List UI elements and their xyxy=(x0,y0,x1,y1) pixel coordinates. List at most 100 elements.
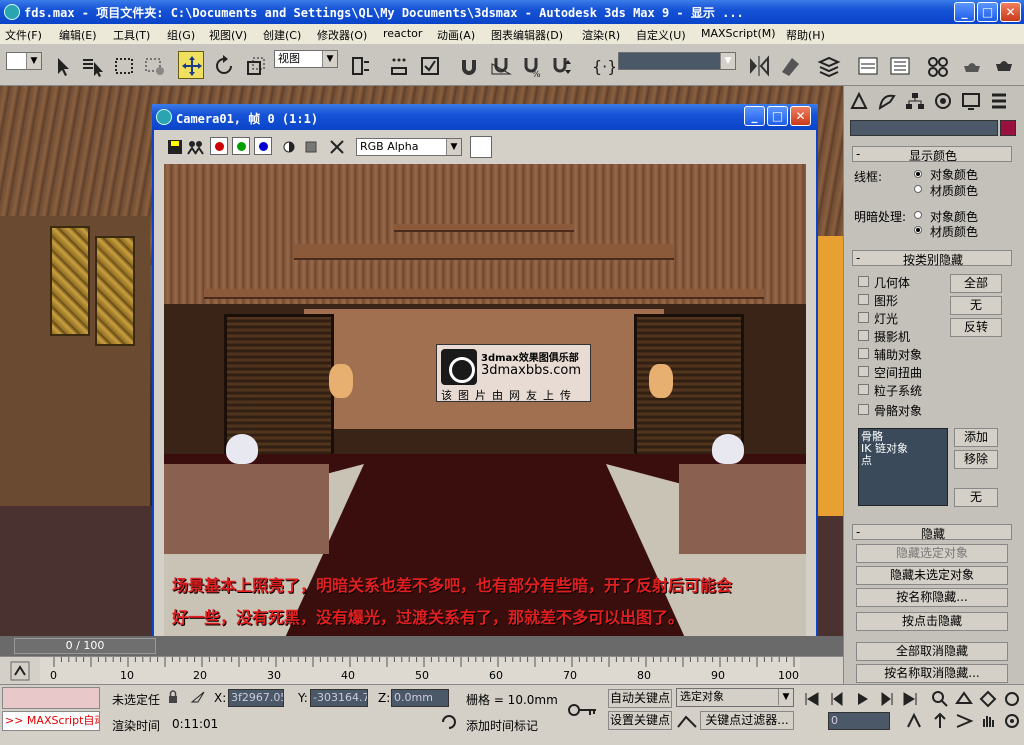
rect-selection-button[interactable] xyxy=(110,51,136,79)
z-coordinate-field[interactable]: 0.0mm xyxy=(391,689,449,707)
category-checkbox[interactable] xyxy=(858,366,869,377)
field-of-view-icon[interactable] xyxy=(954,711,974,731)
time-tag-icon[interactable] xyxy=(440,713,458,731)
snap-toggle-button[interactable] xyxy=(455,51,481,79)
category-checkbox[interactable] xyxy=(858,384,869,395)
dolly-icon[interactable] xyxy=(930,711,950,731)
zoom-extents-icon[interactable] xyxy=(978,689,998,709)
quick-render-button[interactable] xyxy=(990,51,1016,79)
modify-tab-icon[interactable] xyxy=(876,90,898,112)
render-scene-button[interactable] xyxy=(958,51,984,79)
category-checkbox[interactable] xyxy=(858,330,869,341)
clone-icon[interactable] xyxy=(186,138,204,156)
layer-manager-button[interactable] xyxy=(815,51,841,79)
add-button[interactable]: 添加 xyxy=(954,428,998,447)
key-mode-toggle-icon[interactable] xyxy=(904,711,924,731)
hide-unselected-button[interactable]: 隐藏未选定对象 xyxy=(856,566,1008,585)
hide-by-category-rollout[interactable]: - 按类别隐藏 xyxy=(852,250,1012,267)
hide-none-button[interactable]: 无 xyxy=(950,296,1002,315)
hierarchy-tab-icon[interactable] xyxy=(904,90,926,112)
app-icon[interactable] xyxy=(4,4,20,20)
wireframe-material-color-radio[interactable] xyxy=(914,185,922,193)
hide-selected-button[interactable]: 隐藏选定对象 xyxy=(856,544,1008,563)
scale-button[interactable] xyxy=(242,51,268,79)
display-channel-combo[interactable]: RGB Alpha ▼ xyxy=(356,138,462,156)
time-slider[interactable]: 0 / 100 xyxy=(0,636,843,656)
rotate-button[interactable] xyxy=(210,51,236,79)
hide-by-name-button[interactable]: 按名称隐藏... xyxy=(856,588,1008,607)
go-to-start-icon[interactable] xyxy=(802,689,822,709)
key-filters-button[interactable]: 关键点过滤器... xyxy=(700,711,794,730)
clear-icon[interactable] xyxy=(328,138,346,156)
category-checkbox[interactable] xyxy=(858,312,869,323)
align-button[interactable] xyxy=(776,51,802,79)
select-manipulate-button[interactable] xyxy=(385,51,411,79)
select-by-name-button[interactable] xyxy=(78,51,104,79)
menu-maxscript[interactable]: MAXScript(M) xyxy=(701,27,776,40)
green-channel-toggle[interactable] xyxy=(232,137,250,155)
menu-tools[interactable]: 工具(T) xyxy=(113,27,150,43)
keyboard-shortcut-button[interactable] xyxy=(416,51,442,79)
pivot-center-button[interactable] xyxy=(346,51,372,79)
maximize-button[interactable]: □ xyxy=(977,2,998,22)
zoom-all-icon[interactable] xyxy=(954,689,974,709)
display-tab-icon[interactable] xyxy=(960,90,982,112)
menu-help[interactable]: 帮助(H) xyxy=(786,27,825,43)
set-key-button[interactable]: 设置关键点 xyxy=(608,711,672,730)
hide-by-hit-button[interactable]: 按点击隐藏 xyxy=(856,612,1008,631)
current-frame-field[interactable]: 0 xyxy=(828,712,890,730)
spinner-snap-button[interactable] xyxy=(548,51,574,79)
shaded-object-color-radio[interactable] xyxy=(914,211,922,219)
create-tab-icon[interactable] xyxy=(848,90,870,112)
key-mode-combo[interactable]: 选定对象 ▼ xyxy=(676,688,794,707)
curve-editor-button[interactable] xyxy=(854,51,880,79)
menu-create[interactable]: 创建(C) xyxy=(263,27,301,43)
y-coordinate-field[interactable]: -303164.7 xyxy=(310,689,368,707)
named-selection-combo[interactable]: ▼ xyxy=(618,52,736,70)
render-close-button[interactable]: ✕ xyxy=(790,106,811,126)
menu-animation[interactable]: 动画(A) xyxy=(437,27,475,43)
percent-snap-button[interactable]: % xyxy=(517,51,543,80)
object-color-swatch[interactable] xyxy=(1000,120,1016,136)
save-icon[interactable] xyxy=(166,138,184,156)
motion-tab-icon[interactable] xyxy=(932,90,954,112)
menu-modifiers[interactable]: 修改器(O) xyxy=(317,27,367,43)
unhide-by-name-button[interactable]: 按名称取消隐藏... xyxy=(856,664,1008,683)
hide-all-button[interactable]: 全部 xyxy=(950,274,1002,293)
render-maximize-button[interactable]: □ xyxy=(767,106,788,126)
hide-rollout[interactable]: - 隐藏 xyxy=(852,524,1012,541)
alpha-channel-icon[interactable] xyxy=(280,138,298,156)
red-channel-toggle[interactable] xyxy=(210,137,228,155)
menu-views[interactable]: 视图(V) xyxy=(209,27,247,43)
maxscript-listener-pink[interactable] xyxy=(2,687,100,709)
angle-snap-button[interactable] xyxy=(487,51,513,79)
play-icon[interactable] xyxy=(852,689,872,709)
invert-button[interactable]: 反转 xyxy=(950,318,1002,337)
close-button[interactable]: ✕ xyxy=(1000,2,1021,22)
category-checkbox[interactable] xyxy=(858,404,869,415)
next-frame-icon[interactable] xyxy=(876,689,896,709)
material-editor-button[interactable] xyxy=(924,51,950,79)
orbit-icon[interactable] xyxy=(1002,711,1022,731)
blue-channel-toggle[interactable] xyxy=(254,137,272,155)
x-coordinate-field[interactable]: 3f2967.05 xyxy=(228,689,284,707)
utilities-tab-icon[interactable] xyxy=(988,90,1010,112)
monochrome-icon[interactable] xyxy=(302,138,320,156)
list-item[interactable]: 点 xyxy=(861,455,945,467)
minimize-button[interactable]: _ xyxy=(954,2,975,22)
select-object-button[interactable] xyxy=(48,51,74,79)
key-tangent-icon[interactable] xyxy=(676,713,698,729)
selection-filter-combo[interactable]: ▼ xyxy=(6,52,42,70)
track-area[interactable]: 0 10 20 30 40 50 60 70 80 90 100 xyxy=(40,657,800,685)
category-checkbox[interactable] xyxy=(858,294,869,305)
go-to-end-icon[interactable] xyxy=(900,689,920,709)
named-selection-button[interactable]: {·} xyxy=(588,51,617,79)
menu-file[interactable]: 文件(F) xyxy=(5,27,42,43)
maxscript-mini-listener[interactable]: >> MAXScript自动 xyxy=(2,711,100,731)
unhide-all-button[interactable]: 全部取消隐藏 xyxy=(856,642,1008,661)
shaded-material-color-radio[interactable] xyxy=(914,226,922,234)
window-crossing-button[interactable] xyxy=(140,51,166,79)
render-minimize-button[interactable]: _ xyxy=(744,106,765,126)
previous-frame-icon[interactable] xyxy=(828,689,848,709)
menu-reactor[interactable]: reactor xyxy=(383,27,422,40)
